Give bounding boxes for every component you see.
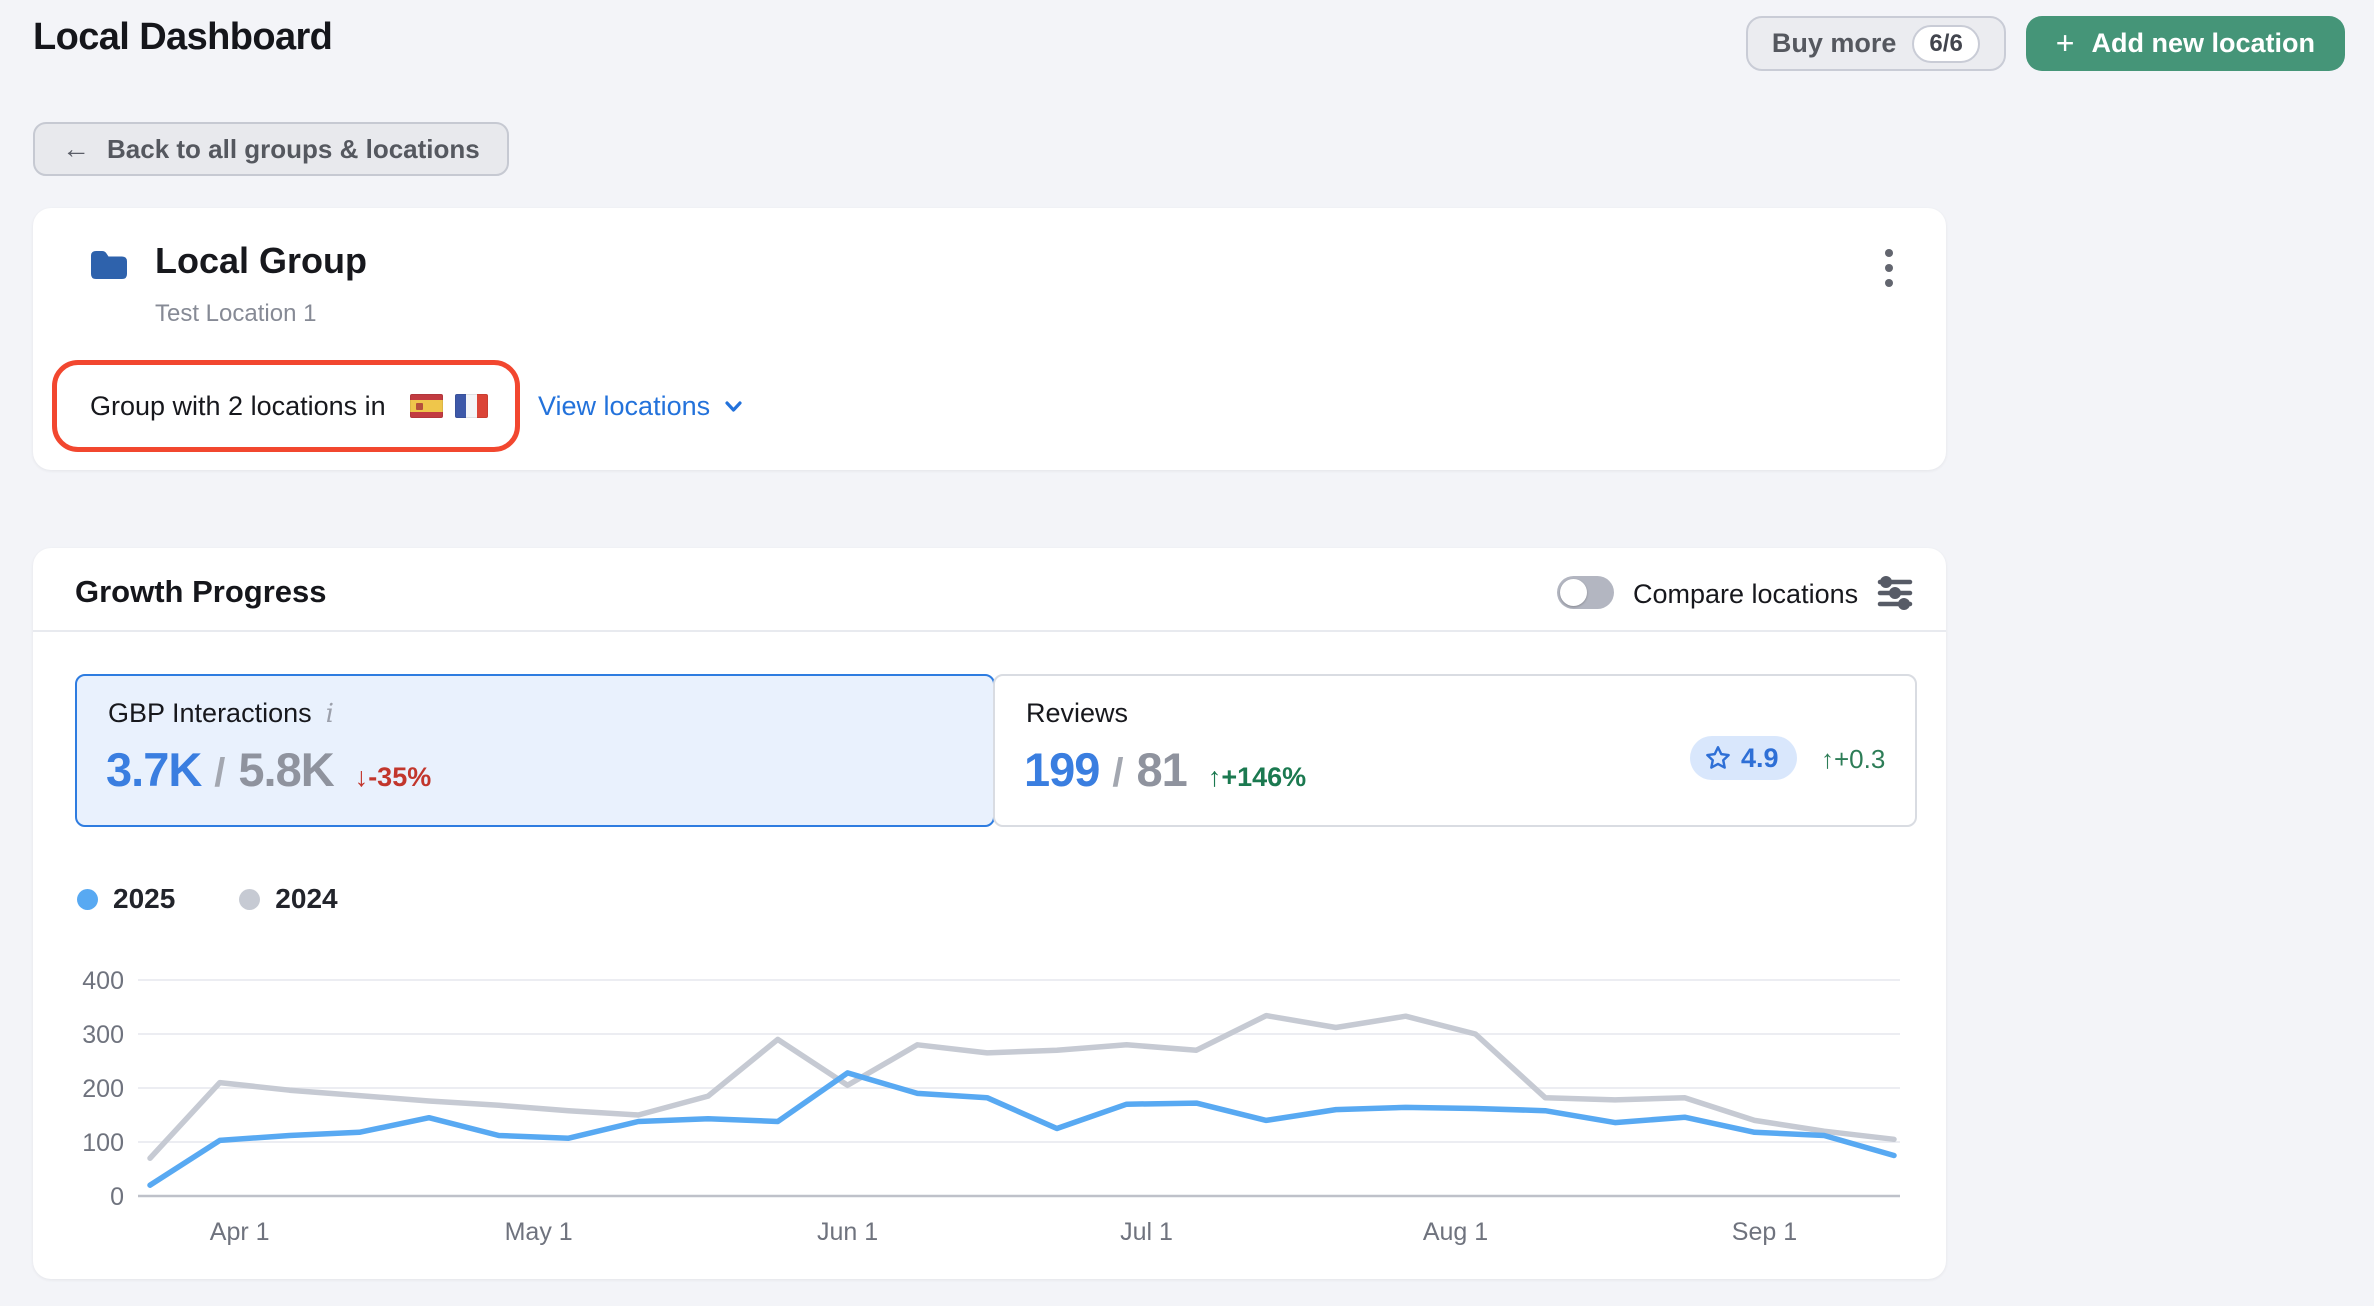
local-dashboard-page: Local Dashboard Buy more 6/6 + Add new l… [0,0,2374,1306]
growth-chart: 0 100 200 300 400 Apr 1 May 1 Jun 1 Jul 1 Aug 1 Se… [60,947,1920,1259]
group-subtitle: Test Location 1 [155,300,316,328]
locations-count-label: Group with 2 locations in [90,391,386,422]
more-actions-button[interactable] [1867,244,1911,292]
gbp-previous-value: 5.8K [238,742,333,797]
compare-locations-label: Compare locations [1633,579,1858,610]
rating-delta: ↑+0.3 [1821,744,1885,775]
rating-value: 4.9 [1741,743,1779,774]
group-card: Local Group Test Location 1 Group with 2… [33,208,1946,470]
svg-text:Sep 1: Sep 1 [1732,1218,1797,1246]
legend-item-2025[interactable]: 2025 [77,883,175,915]
value-separator: / [1112,751,1123,796]
reviews-previous-value: 81 [1137,742,1187,797]
svg-text:200: 200 [82,1075,124,1103]
gbp-interactions-label: GBP Interactions [108,698,312,729]
divider [33,630,1946,632]
legend-dot [239,889,260,910]
buy-more-button[interactable]: Buy more 6/6 [1746,16,2006,71]
folder-icon [89,248,129,282]
quota-badge: 6/6 [1912,25,1979,63]
svg-text:0: 0 [110,1183,124,1211]
svg-text:Jul 1: Jul 1 [1120,1218,1173,1246]
chart-legend: 2025 2024 [77,883,338,915]
back-button-label: Back to all groups & locations [107,134,480,165]
star-icon [1704,744,1732,772]
growth-progress-card: Growth Progress Compare locations GBP In… [33,548,1946,1279]
svg-text:100: 100 [82,1129,124,1157]
plus-icon: + [2056,27,2075,59]
reviews-label: Reviews [1026,698,1128,729]
arrow-left-icon: ← [62,133,90,165]
legend-dot [77,889,98,910]
growth-progress-title: Growth Progress [75,574,327,610]
view-locations-link[interactable]: View locations [538,374,745,438]
page-title: Local Dashboard [33,16,332,59]
back-button[interactable]: ← Back to all groups & locations [33,122,509,176]
view-locations-label: View locations [538,391,710,422]
chevron-down-icon [722,395,745,418]
buy-more-label: Buy more [1772,28,1897,59]
svg-text:Aug 1: Aug 1 [1423,1218,1488,1246]
toggle-knob [1560,579,1587,606]
spain-flag-icon [410,394,443,418]
gbp-delta: ↓-35% [355,762,432,793]
group-title: Local Group [155,240,367,282]
metric-card-reviews[interactable]: Reviews 199 / 81 ↑+146% 4.9 ↑+0.3 [993,674,1917,827]
svg-text:Jun 1: Jun 1 [817,1218,878,1246]
value-separator: / [214,751,225,796]
svg-text:May 1: May 1 [505,1218,573,1246]
compare-locations-toggle[interactable] [1557,576,1614,609]
filter-settings-button[interactable] [1873,572,1917,616]
sliders-icon [1875,573,1915,613]
svg-text:Apr 1: Apr 1 [210,1218,270,1246]
reviews-current-value: 199 [1024,742,1099,797]
gbp-current-value: 3.7K [106,742,201,797]
legend-item-2024[interactable]: 2024 [239,883,337,915]
annotation-highlight: Group with 2 locations in [52,360,520,452]
svg-text:300: 300 [82,1021,124,1049]
kebab-icon [1885,249,1893,257]
rating-badge: 4.9 [1690,736,1797,780]
svg-text:400: 400 [82,967,124,995]
metric-card-gbp-interactions[interactable]: GBP Interactions i 3.7K / 5.8K ↓-35% [75,674,995,827]
france-flag-icon [455,394,488,418]
info-icon[interactable]: i [326,699,334,729]
add-new-location-button[interactable]: + Add new location [2026,16,2345,71]
topbar-actions: Buy more 6/6 + Add new location [1746,16,2345,71]
add-location-label: Add new location [2091,28,2315,59]
chart-area: 0 100 200 300 400 Apr 1 May 1 Jun 1 Jul 1 Aug 1 Se… [60,947,1920,1259]
reviews-delta: ↑+146% [1208,762,1306,793]
